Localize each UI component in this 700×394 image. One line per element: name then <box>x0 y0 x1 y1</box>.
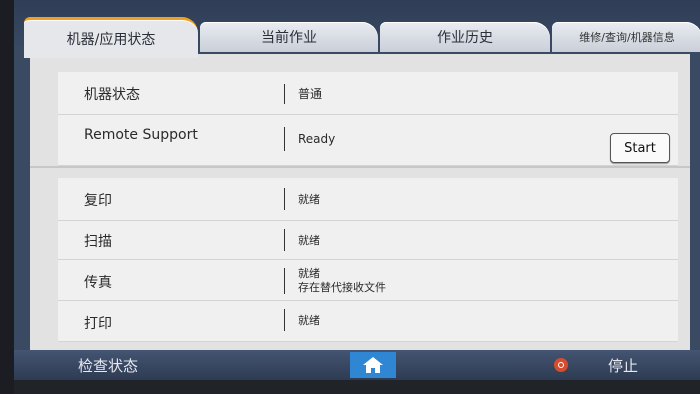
row-value-line2: 存在替代接收文件 <box>298 281 386 294</box>
row-fax: 传真 就绪 存在替代接收文件 <box>58 260 678 301</box>
row-label: 机器状态 <box>84 87 140 103</box>
row-value-line1: 就绪 <box>298 267 320 280</box>
row-copy: 复印 就绪 <box>58 178 678 221</box>
row-scan: 扫描 就绪 <box>58 221 678 260</box>
tab-label: 机器/应用状态 <box>66 32 156 48</box>
row-value: Ready <box>298 132 336 146</box>
row-separator <box>284 188 285 210</box>
row-label: 打印 <box>84 316 112 332</box>
tab-label: 维修/查询/机器信息 <box>579 31 675 44</box>
device-screen: 机器/应用状态 当前作业 作业历史 维修/查询/机器信息 机器状态 普通 Rem… <box>14 0 700 394</box>
tab-bar: 机器/应用状态 当前作业 作业历史 维修/查询/机器信息 <box>14 0 700 58</box>
tab-current-jobs[interactable]: 当前作业 <box>200 22 378 52</box>
tab-label: 作业历史 <box>437 30 493 46</box>
screen-bezel <box>14 380 700 394</box>
row-label: Remote Support <box>84 127 198 143</box>
row-print: 打印 就绪 <box>58 301 678 342</box>
row-label: 传真 <box>84 275 112 291</box>
row-separator <box>284 127 285 151</box>
row-value: 就绪 <box>298 193 320 206</box>
bottom-bar: 检查状态 停止 <box>14 350 700 380</box>
start-button[interactable]: Start <box>610 133 670 163</box>
tab-maintenance-info[interactable]: 维修/查询/机器信息 <box>552 22 700 52</box>
row-value: 普通 <box>298 87 323 101</box>
row-value: 就绪 <box>298 234 320 247</box>
row-value: 就绪 <box>298 314 320 327</box>
stop-button[interactable]: 停止 <box>608 355 638 376</box>
stop-icon[interactable] <box>554 358 568 372</box>
row-remote-support: Remote Support Ready Start <box>58 115 678 166</box>
row-label: 复印 <box>84 193 112 209</box>
tab-machine-app-status[interactable]: 机器/应用状态 <box>24 17 198 58</box>
home-icon <box>363 357 383 373</box>
row-separator <box>284 229 285 251</box>
tab-label: 当前作业 <box>261 30 317 46</box>
home-button[interactable] <box>350 352 396 378</box>
row-separator <box>284 84 285 104</box>
check-status-button[interactable]: 检查状态 <box>78 355 138 376</box>
section-divider <box>30 166 690 168</box>
row-separator <box>284 309 285 331</box>
status-panel: 机器状态 普通 Remote Support Ready Start 复印 就绪… <box>30 54 690 350</box>
row-machine-status: 机器状态 普通 <box>58 72 678 115</box>
tab-job-history[interactable]: 作业历史 <box>380 22 550 52</box>
row-separator <box>284 268 285 294</box>
row-label: 扫描 <box>84 234 112 250</box>
